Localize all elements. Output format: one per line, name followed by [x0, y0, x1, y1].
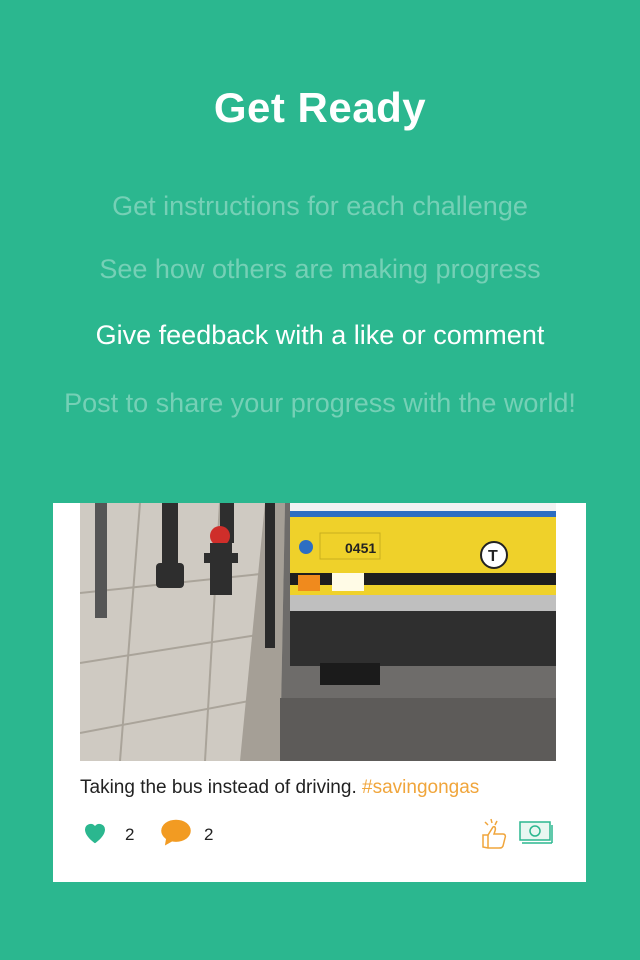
bus-number: 0451 — [345, 540, 376, 556]
caption-text: Taking the bus instead of driving. — [80, 777, 357, 798]
transit-logo: T — [488, 548, 498, 565]
post-photo[interactable]: 0451 T — [80, 503, 556, 761]
page-title: Get Ready — [213, 84, 427, 131]
step-feedback: Give feedback with a like or comment — [95, 320, 545, 350]
comment-icon[interactable] — [160, 817, 192, 852]
thumbs-up-icon[interactable] — [479, 817, 509, 856]
heart-icon[interactable] — [80, 817, 110, 852]
money-icon[interactable] — [519, 821, 553, 852]
caption-hashtag[interactable]: #savingongas — [362, 777, 479, 798]
comment-count: 2 — [204, 825, 214, 844]
post-caption: Taking the bus instead of driving. #savi… — [80, 777, 479, 799]
step-post: Post to share your progress with the wor… — [64, 388, 576, 418]
like-count: 2 — [125, 825, 135, 844]
post-actions: 2 2 — [80, 817, 559, 853]
step-progress: See how others are making progress — [99, 254, 541, 284]
step-instructions: Get instructions for each challenge — [112, 191, 528, 221]
post-card[interactable]: 0451 T Taking the bus instead of driving… — [53, 503, 586, 882]
bus-photo: 0451 T — [80, 503, 556, 761]
